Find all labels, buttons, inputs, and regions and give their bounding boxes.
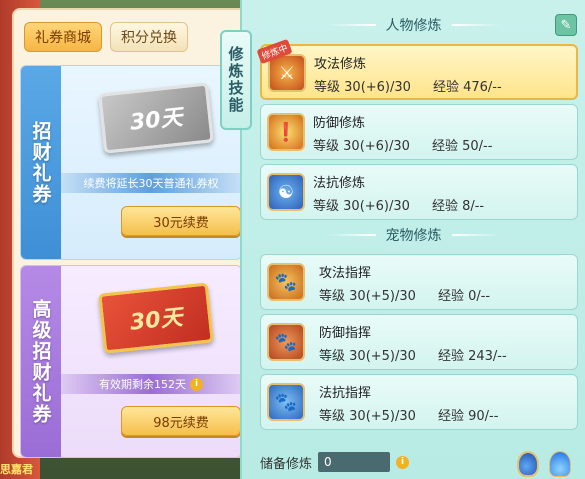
skill-row-defense[interactable]: ❗ 防御修炼 等级 30(+6)/30 经验 50/-- (260, 104, 578, 160)
premium-coupon-note: 有效期剩余152天 i (61, 374, 241, 394)
renew-98-button[interactable]: 98元续费 (121, 406, 241, 436)
resist-skill-icon: ☯ (267, 173, 305, 211)
info-icon[interactable]: i (190, 377, 203, 391)
character-section-title: 人物修炼 (385, 18, 442, 34)
skill-level: 30(+6)/30 (344, 80, 411, 95)
skill-row-pet-resist[interactable]: 🐾 法抗指挥 等级 30(+5)/30 经验 90/-- (260, 374, 578, 430)
basic-coupon-title: 招财礼券 (29, 120, 52, 205)
skill-stats: 等级 30(+5)/30 经验 90/-- (319, 409, 499, 424)
tab-coupon-shop[interactable]: 礼券商城 (24, 22, 102, 52)
premium-coupon-title: 高级招财礼券 (29, 298, 52, 425)
skill-level: 30(+5)/30 (349, 289, 416, 304)
premium-coupon-side: 高级招财礼券 (21, 266, 61, 457)
skill-level: 30(+6)/30 (343, 199, 410, 214)
tab-points-exchange[interactable]: 积分兑换 (110, 22, 188, 52)
basic-coupon-note: 续费将延长30天普通礼券权 (61, 173, 241, 193)
skill-name: 法抗指挥 (319, 386, 372, 401)
reserve-label: 储备修炼 (260, 456, 313, 472)
info-icon[interactable]: i (396, 455, 410, 469)
premium-coupon-card: 高级招财礼券 30天 有效期剩余152天 i 98元续费 (20, 265, 242, 458)
skill-stats: 等级 30(+6)/30 经验 50/-- (313, 139, 493, 154)
cultivation-panel: ✎ 人物修炼 ⚔ 修炼中 攻法修炼 等级 30(+6)/30 经验 476/--… (240, 0, 585, 479)
reserve-value: 0 (318, 452, 391, 472)
basic-coupon-card: 招财礼券 30天 续费将延长30天普通礼券权 30元续费 (20, 65, 242, 260)
pet-section-title: 宠物修炼 (385, 228, 442, 244)
skill-stats: 等级 30(+5)/30 经验 243/-- (319, 349, 507, 364)
skill-level: 30(+5)/30 (349, 349, 416, 364)
skill-row-attack[interactable]: ⚔ 修炼中 攻法修炼 等级 30(+6)/30 经验 476/-- (256, 38, 578, 100)
skill-exp: 476/-- (463, 80, 502, 95)
skill-level: 30(+5)/30 (349, 409, 416, 424)
pet-defense-icon: 🐾 (267, 323, 305, 361)
pet-resist-icon: 🐾 (267, 383, 305, 421)
skill-exp: 0/-- (468, 289, 491, 304)
flame-icon[interactable] (549, 451, 571, 477)
premium-coupon-expiry: 有效期剩余152天 (99, 378, 186, 391)
skill-exp: 90/-- (468, 409, 499, 424)
basic-coupon-side: 招财礼券 (21, 66, 61, 259)
skill-row-resist[interactable]: ☯ 法抗修炼 等级 30(+6)/30 经验 8/-- (260, 164, 578, 220)
skill-row-pet-attack[interactable]: 🐾 攻法指挥 等级 30(+5)/30 经验 0/-- (260, 254, 578, 310)
skill-row-pet-defense[interactable]: 🐾 防御指挥 等级 30(+5)/30 经验 243/-- (260, 314, 578, 370)
renew-30-button[interactable]: 30元续费 (121, 206, 241, 236)
skill-name: 防御修炼 (313, 116, 366, 131)
skill-exp: 50/-- (462, 139, 493, 154)
skill-name: 攻法修炼 (314, 57, 367, 72)
skill-name: 法抗修炼 (313, 176, 366, 191)
skill-name: 防御指挥 (319, 326, 372, 341)
premium-ticket-icon: 30天 (98, 282, 214, 354)
defense-skill-icon: ❗ (267, 113, 305, 151)
coupon-panel: 礼券商城 积分兑换 招财礼券 30天 续费将延长30天普通礼券权 30元续费 高… (12, 8, 248, 458)
character-section-header: 人物修炼 (242, 14, 585, 36)
tab-bar: 礼券商城 积分兑换 (24, 22, 188, 52)
side-tab-label: 修炼技能 (226, 46, 245, 114)
skill-stats: 等级 30(+6)/30 经验 476/-- (314, 80, 502, 95)
skill-name: 攻法指挥 (319, 266, 372, 281)
skill-stats: 等级 30(+6)/30 经验 8/-- (313, 199, 485, 214)
skill-exp: 243/-- (468, 349, 507, 364)
skill-stats: 等级 30(+5)/30 经验 0/-- (319, 289, 491, 304)
cultivation-skills-tab[interactable]: 修炼技能 (220, 30, 252, 130)
player-name: 思嘉君 (0, 463, 33, 476)
basic-ticket-icon: 30天 (98, 82, 214, 154)
skill-exp: 8/-- (462, 199, 485, 214)
pet-attack-icon: 🐾 (267, 263, 305, 301)
pet-section-header: 宠物修炼 (242, 224, 585, 246)
potion-icon[interactable] (517, 451, 539, 477)
skill-level: 30(+6)/30 (343, 139, 410, 154)
